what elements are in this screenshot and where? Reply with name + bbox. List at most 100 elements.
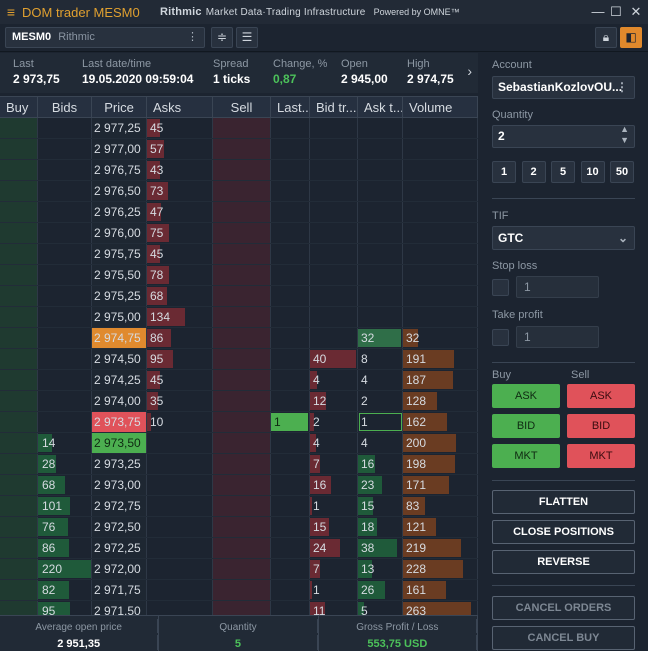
sell-cell[interactable] [213,160,271,180]
ask-cell[interactable]: 45 [147,244,213,264]
buy-cell[interactable] [0,181,38,201]
sell-cell[interactable] [213,538,271,558]
bid-cell[interactable] [38,223,92,243]
buy-cell[interactable] [0,370,38,390]
buy-cell[interactable] [0,433,38,453]
buy-cell[interactable] [0,118,38,138]
bid-cell[interactable]: 95 [38,601,92,615]
dom-row[interactable]: 68 2 973,00 16 23 171 [0,475,478,496]
panel-toggle-icon[interactable]: ◧ [620,27,642,48]
ask-cell[interactable]: 73 [147,181,213,201]
bid-cell[interactable] [38,181,92,201]
sell-cell[interactable] [213,391,271,411]
bid-cell[interactable]: 14 [38,433,92,453]
bid-cell[interactable] [38,265,92,285]
buy-cell[interactable] [0,517,38,537]
buy-cell[interactable] [0,265,38,285]
sell-cell[interactable] [213,580,271,600]
bid-cell[interactable] [38,244,92,264]
dom-row[interactable]: 2 976,00 75 [0,223,478,244]
sell-cell[interactable] [213,412,271,432]
buy-market-button[interactable]: MKT [492,444,560,468]
quick-quantity-button[interactable]: 5 [551,161,575,183]
chevron-down-icon[interactable]: ⌄ [618,227,628,249]
sell-cell[interactable] [213,496,271,516]
take-profit-checkbox[interactable] [492,329,509,346]
sell-cell[interactable] [213,286,271,306]
ask-cell[interactable]: 95 [147,349,213,369]
ask-cell[interactable]: 134 [147,307,213,327]
bid-cell[interactable]: 101 [38,496,92,516]
chevron-right-icon[interactable]: › [467,63,472,79]
hamburger-icon[interactable]: ≡ [0,4,22,20]
buy-cell[interactable] [0,412,38,432]
dom-row[interactable]: 2 974,75 86 32 32 [0,328,478,349]
dom-row[interactable]: 2 977,00 57 [0,139,478,160]
sell-cell[interactable] [213,370,271,390]
buy-cell[interactable] [0,349,38,369]
dom-row[interactable]: 2 975,75 45 [0,244,478,265]
dom-row[interactable]: 14 2 973,50 4 4 200 [0,433,478,454]
sell-cell[interactable] [213,265,271,285]
sell-cell[interactable] [213,349,271,369]
quick-quantity-button[interactable]: 10 [580,161,605,183]
buy-cell[interactable] [0,601,38,615]
ask-cell[interactable] [147,433,213,453]
take-profit-input[interactable]: 1 [516,326,599,348]
sell-market-button[interactable]: MKT [567,444,635,468]
buy-cell[interactable] [0,475,38,495]
dom-row[interactable]: 95 2 971,50 11 5 263 [0,601,478,615]
buy-cell[interactable] [0,223,38,243]
more-icon[interactable]: ⋮ [616,77,628,98]
dom-row[interactable]: 2 976,25 47 [0,202,478,223]
ask-cell[interactable]: 10 [147,412,213,432]
ask-cell[interactable]: 35 [147,391,213,411]
buy-cell[interactable] [0,454,38,474]
symbol-selector[interactable]: MESM0 Rithmic ⋮ [5,27,205,48]
flatten-button[interactable]: FLATTEN [492,490,635,514]
sell-cell[interactable] [213,454,271,474]
ask-cell[interactable]: 45 [147,370,213,390]
ask-cell[interactable] [147,559,213,579]
column-header[interactable]: Bid tr... [310,97,358,117]
column-header[interactable]: Ask t... [358,97,403,117]
sell-cell[interactable] [213,517,271,537]
buy-ask-button[interactable]: ASK [492,384,560,408]
bid-cell[interactable] [38,139,92,159]
dom-ladder[interactable]: 2 977,25 45 2 977,00 57 2 976,75 43 2 976,50 73… [0,118,478,615]
bid-cell[interactable] [38,118,92,138]
sell-cell[interactable] [213,223,271,243]
column-header[interactable]: Sell [213,97,271,117]
buy-cell[interactable] [0,580,38,600]
tif-select[interactable]: GTC ⌄ [492,226,635,250]
dom-row[interactable]: 2 974,25 45 4 4 187 [0,370,478,391]
bid-cell[interactable] [38,349,92,369]
bid-cell[interactable]: 86 [38,538,92,558]
bid-cell[interactable] [38,202,92,222]
dom-row[interactable]: 76 2 972,50 15 18 121 [0,517,478,538]
sell-cell[interactable] [213,559,271,579]
dom-row[interactable]: 2 975,00 134 [0,307,478,328]
ask-cell[interactable]: 86 [147,328,213,348]
bid-cell[interactable]: 220 [38,559,92,579]
sell-bid-button[interactable]: BID [567,414,635,438]
more-icon[interactable]: ⋮ [187,28,198,47]
dom-row[interactable]: 2 974,50 95 40 8 191 [0,349,478,370]
ask-cell[interactable]: 78 [147,265,213,285]
stop-loss-input[interactable]: 1 [516,276,599,298]
ask-cell[interactable] [147,538,213,558]
cancel-orders-button[interactable]: CANCEL ORDERS [492,596,635,620]
column-header[interactable]: Buy [0,97,38,117]
ask-cell[interactable] [147,496,213,516]
dom-row[interactable]: 2 975,50 78 [0,265,478,286]
sell-ask-button[interactable]: ASK [567,384,635,408]
dom-row[interactable]: 82 2 971,75 1 26 161 [0,580,478,601]
buy-bid-button[interactable]: BID [492,414,560,438]
bid-cell[interactable] [38,286,92,306]
ask-cell[interactable]: 57 [147,139,213,159]
ask-cell[interactable]: 45 [147,118,213,138]
settings-columns-icon[interactable]: ☰ [236,27,258,48]
sell-cell[interactable] [213,328,271,348]
buy-cell[interactable] [0,307,38,327]
sell-cell[interactable] [213,307,271,327]
